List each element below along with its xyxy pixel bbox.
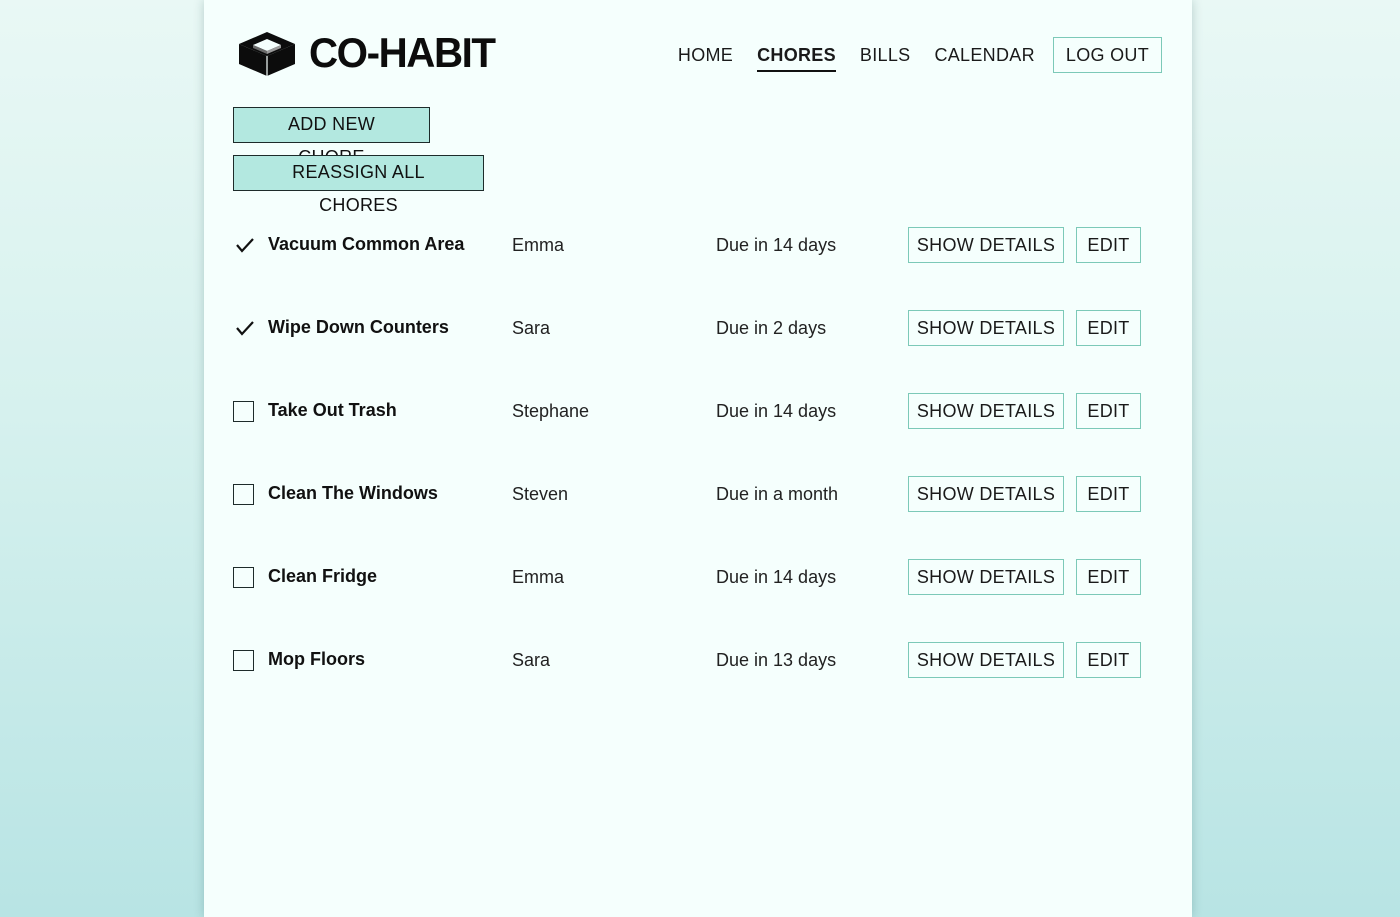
chore-assignee: Sara <box>512 318 551 338</box>
chore-row: Clean Fridge Emma Due in 14 days SHOW DE… <box>233 557 1153 640</box>
nav-item-bills[interactable]: BILLS <box>860 38 911 72</box>
checkbox[interactable] <box>233 650 254 671</box>
chore-due: Due in 13 days <box>716 650 837 670</box>
show-details-button[interactable]: SHOW DETAILS <box>908 227 1064 263</box>
chore-assignee: Steven <box>512 484 569 504</box>
checkbox[interactable] <box>233 401 254 422</box>
logo[interactable]: CO-HABIT <box>237 28 502 78</box>
chore-row: Wipe Down Counters Sara Due in 2 days SH… <box>233 308 1153 391</box>
chore-row: Mop Floors Sara Due in 13 days SHOW DETA… <box>233 640 1153 723</box>
chore-name: Vacuum Common Area <box>268 234 465 254</box>
chore-name: Clean The Windows <box>268 483 438 503</box>
chore-due: Due in 14 days <box>716 401 837 421</box>
box-icon <box>237 29 297 77</box>
nav-item-home[interactable]: HOME <box>678 38 733 72</box>
logout-button[interactable]: LOG OUT <box>1052 37 1162 73</box>
add-new-chore-button[interactable]: ADD NEW CHORE <box>233 107 430 167</box>
chore-row: Clean The Windows Steven Due in a month … <box>233 474 1153 557</box>
edit-button[interactable]: EDIT <box>1076 559 1141 595</box>
chore-due: Due in 2 days <box>716 318 827 338</box>
edit-button[interactable]: EDIT <box>1076 642 1141 678</box>
chore-due: Due in 14 days <box>716 567 837 587</box>
chore-assignee: Emma <box>512 567 565 587</box>
nav-item-chores[interactable]: CHORES <box>757 38 836 72</box>
brand-name: CO-HABIT <box>309 29 496 76</box>
checkmark-icon[interactable] <box>235 318 255 338</box>
checkbox[interactable] <box>233 484 254 505</box>
checkbox[interactable] <box>233 567 254 588</box>
show-details-button[interactable]: SHOW DETAILS <box>908 310 1064 346</box>
chore-due: Due in a month <box>716 484 839 504</box>
edit-button[interactable]: EDIT <box>1076 476 1141 512</box>
chore-row: Vacuum Common Area Emma Due in 14 days S… <box>233 225 1153 308</box>
show-details-button[interactable]: SHOW DETAILS <box>908 393 1064 429</box>
chore-list: Vacuum Common Area Emma Due in 14 days S… <box>233 225 1153 723</box>
chore-name: Wipe Down Counters <box>268 317 449 337</box>
page-container: CO-HABIT HOME CHORES BILLS CALENDAR LOG … <box>204 0 1192 917</box>
chore-assignee: Sara <box>512 650 551 670</box>
edit-button[interactable]: EDIT <box>1076 310 1141 346</box>
chore-row: Take Out Trash Stephane Due in 14 days S… <box>233 391 1153 474</box>
chore-name: Clean Fridge <box>268 566 378 586</box>
edit-button[interactable]: EDIT <box>1076 227 1141 263</box>
show-details-button[interactable]: SHOW DETAILS <box>908 476 1064 512</box>
chore-name: Take Out Trash <box>268 400 397 420</box>
main-nav: HOME CHORES BILLS CALENDAR LOG OUT <box>678 36 1162 74</box>
edit-button[interactable]: EDIT <box>1076 393 1141 429</box>
nav-item-calendar[interactable]: CALENDAR <box>934 38 1034 72</box>
chore-due: Due in 14 days <box>716 235 837 255</box>
show-details-button[interactable]: SHOW DETAILS <box>908 642 1064 678</box>
chore-assignee: Emma <box>512 235 565 255</box>
checkmark-icon[interactable] <box>235 235 255 255</box>
chore-assignee: Stephane <box>512 401 590 421</box>
chore-name: Mop Floors <box>268 649 365 669</box>
show-details-button[interactable]: SHOW DETAILS <box>908 559 1064 595</box>
reassign-all-chores-button[interactable]: REASSIGN ALL CHORES <box>233 155 484 215</box>
